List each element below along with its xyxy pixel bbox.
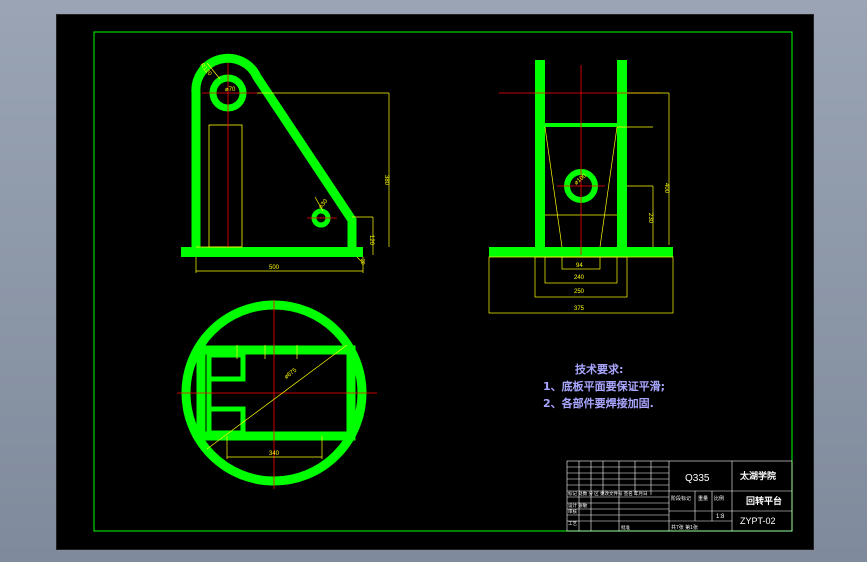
scale-header: 比例 [714, 495, 724, 502]
cad-viewport[interactable]: R120 ⌀70 380 ⌀30 500 120 20 ⌀100 400 230… [56, 14, 814, 550]
dim-top-width: 340 [269, 451, 280, 457]
dim-front-base-height: 120 [368, 235, 374, 246]
dim-front-hole: ⌀70 [225, 87, 236, 93]
top-view: ⌀675 340 [177, 300, 377, 489]
revision-row: 标记 处数 分 区 更改文件号 签名 年月日 [568, 490, 648, 497]
dim-side-inner-height: 230 [647, 213, 653, 224]
drawing-number: ZYPT-02 [740, 516, 776, 526]
material-label: Q335 [685, 473, 710, 484]
drawing-sheet: R120 ⌀70 380 ⌀30 500 120 20 ⌀100 400 230… [93, 31, 793, 532]
dim-front-base-width: 500 [269, 265, 280, 271]
dim-front-small-hole: ⌀30 [318, 198, 330, 210]
scale-value: 1:8 [716, 514, 725, 520]
designer-row: 设计 张敏 [568, 502, 588, 509]
stage-header-2: 重量 [698, 495, 708, 502]
dim-side-d2: 240 [574, 275, 585, 281]
school-name: 太湖学院 [739, 470, 776, 481]
technical-requirements: 技术要求: 1、底板平面要保证平滑; 2、各部件要焊接加固. [543, 361, 665, 412]
front-view: R120 ⌀70 380 ⌀30 500 120 20 [181, 53, 390, 273]
approve-row: 批准 [621, 524, 630, 531]
side-view: ⌀100 400 230 94 240 250 375 [488, 60, 674, 314]
dim-side-height: 400 [663, 183, 669, 194]
stage-header-1: 阶段标记 [671, 495, 691, 502]
dim-side-d4: 375 [574, 306, 585, 312]
tech-requirement-2: 2、各部件要焊接加固. [543, 397, 654, 410]
dim-front-base-thk: 20 [359, 259, 365, 265]
dim-side-d1: 94 [576, 263, 583, 269]
process-row: 工艺 [568, 521, 577, 526]
dim-side-d3: 250 [574, 289, 585, 295]
dim-top-diameter: ⌀675 [284, 367, 299, 380]
sheet-count: 共7张 第1张 [671, 524, 698, 531]
dim-front-height: 380 [383, 175, 389, 186]
review-row: 审核 [568, 508, 577, 515]
tech-requirements-title: 技术要求: [575, 363, 624, 376]
part-name: 回转平台 [746, 495, 782, 506]
tech-requirement-1: 1、底板平面要保证平滑; [543, 380, 666, 393]
